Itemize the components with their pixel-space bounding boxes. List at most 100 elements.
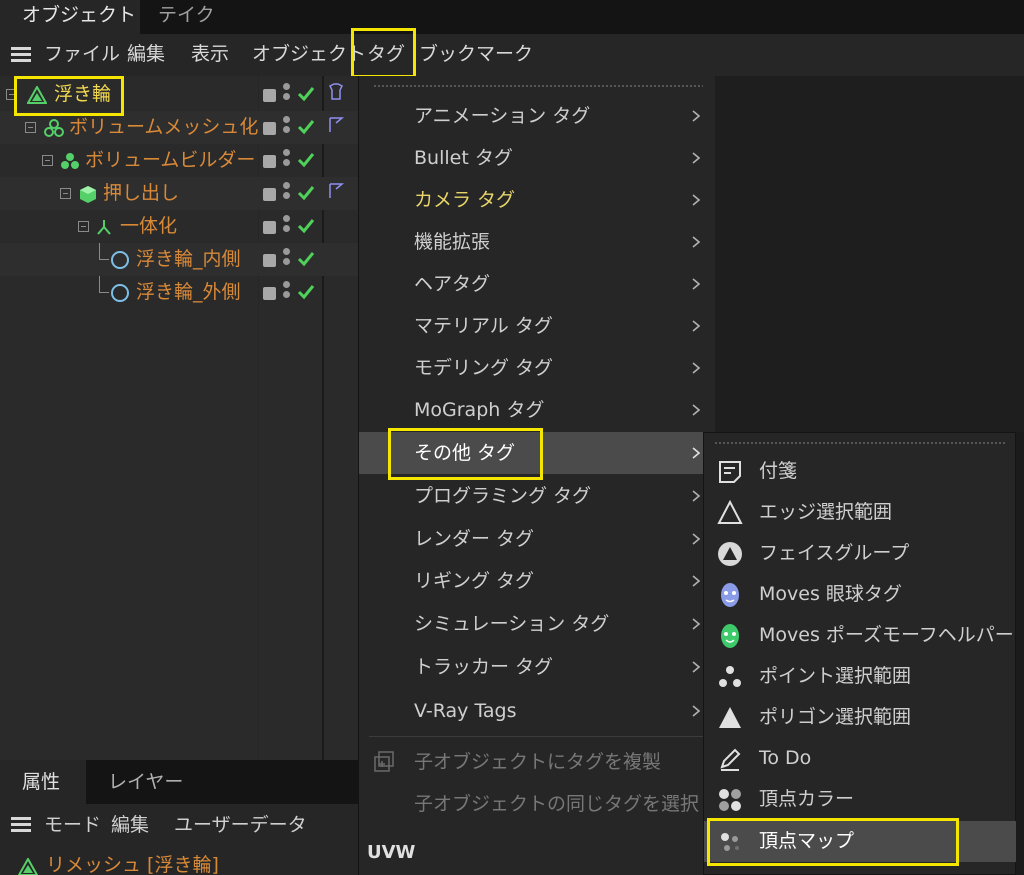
submenu-item-edge-selection[interactable]: エッジ選択範囲 (704, 492, 1017, 533)
face-group-icon (718, 542, 742, 566)
checkmark-icon[interactable] (297, 118, 315, 136)
object-tree: 浮き輪 ボリュームメッシュ化 ボリュームビルダー 押し出し 一体化 浮き輪_内側… (0, 76, 358, 760)
attributes-panel: 属性 レイヤー モード 編集 ユーザーデータ リメッシュ [浮き輪] (0, 760, 358, 875)
visibility-dots-icon[interactable] (283, 116, 291, 136)
vertex-map-highlight (707, 818, 959, 866)
menu-item-animation-tags[interactable]: アニメーション タグ (359, 95, 716, 137)
submenu-item-face-group[interactable]: フェイスグループ (704, 533, 1017, 574)
menu-item-simulation-tags[interactable]: シミュレーション タグ (359, 603, 716, 645)
checkmark-icon[interactable] (297, 283, 315, 301)
submenu-item-point-selection[interactable]: ポイント選択範囲 (704, 656, 1017, 697)
other-tags-submenu: 付箋 エッジ選択範囲 フェイスグループ Moves 眼球タグ Moves ポーズ… (703, 432, 1017, 875)
circle-spline-icon (111, 284, 129, 302)
chevron-right-icon (692, 490, 700, 502)
collapse-icon[interactable] (25, 122, 37, 134)
edit-icon[interactable] (263, 221, 276, 234)
menu-grip[interactable] (373, 84, 703, 89)
other-tags-highlight (388, 428, 543, 480)
visibility-dots-icon[interactable] (283, 215, 291, 235)
moves-pose-icon (721, 624, 739, 648)
submenu-item-todo[interactable]: To Do (704, 738, 1017, 779)
submenu-item-polygon-selection[interactable]: ポリゴン選択範囲 (704, 697, 1017, 738)
chevron-right-icon (692, 575, 700, 587)
checkmark-icon[interactable] (297, 184, 315, 202)
submenu-item-annotation[interactable]: 付箋 (704, 451, 1017, 492)
tab-takes[interactable]: テイク (158, 0, 215, 34)
tab-layers[interactable]: レイヤー (108, 760, 183, 804)
menu-item-select-identical-child-tags: 子オブジェクトの同じタグを選択 (414, 793, 700, 815)
menu-item-material-tags[interactable]: マテリアル タグ (359, 305, 716, 347)
remesh-tag-icon[interactable] (327, 83, 345, 101)
chevron-right-icon (692, 320, 700, 332)
visibility-dots-icon[interactable] (283, 83, 291, 103)
menu-edit[interactable]: 編集 (111, 804, 149, 846)
copy-tag-icon (374, 751, 394, 772)
menu-bookmark[interactable]: ブックマーク (419, 34, 533, 76)
chevron-right-icon (692, 661, 700, 673)
menu-mode[interactable]: モード (44, 804, 101, 846)
attributes-menubar: モード 編集 ユーザーデータ (0, 804, 358, 846)
edit-icon[interactable] (263, 254, 276, 267)
manager-tab-bar: オブジェクト テイク (0, 0, 1024, 34)
menu-item-programming-tags[interactable]: プログラミング タグ (359, 475, 716, 517)
checkmark-icon[interactable] (297, 85, 315, 103)
hamburger-icon[interactable] (11, 47, 31, 63)
menu-item-render-tags[interactable]: レンダー タグ (359, 518, 716, 560)
note-icon (719, 461, 741, 483)
visibility-dots-icon[interactable] (283, 281, 291, 301)
edit-icon[interactable] (263, 122, 276, 135)
submenu-item-moves-eye[interactable]: Moves 眼球タグ (704, 574, 1017, 615)
vertex-color-icon (719, 789, 741, 811)
menu-item-camera-tags[interactable]: カメラ タグ (359, 179, 716, 221)
collapse-icon[interactable] (78, 221, 90, 233)
right-panel-edge (1016, 432, 1024, 875)
edit-icon[interactable] (263, 287, 276, 300)
attributes-tab-bar: 属性 レイヤー (0, 760, 358, 804)
edit-icon[interactable] (263, 188, 276, 201)
menu-user-data[interactable]: ユーザーデータ (174, 804, 307, 846)
chevron-right-icon (692, 110, 700, 122)
menu-edit[interactable]: 編集 (127, 34, 165, 76)
checkmark-icon[interactable] (297, 151, 315, 169)
remesh-icon (18, 858, 38, 875)
tree-item-label: 浮き輪_外側 (136, 281, 241, 303)
visibility-dots-icon[interactable] (283, 149, 291, 169)
phong-tag-icon[interactable] (327, 182, 345, 200)
menu-item-bullet-tags[interactable]: Bullet タグ (359, 137, 716, 179)
tab-objects[interactable]: オブジェクト (0, 0, 140, 34)
checkmark-icon[interactable] (297, 217, 315, 235)
menu-item-tracker-tags[interactable]: トラッカー タグ (359, 646, 716, 688)
edit-icon[interactable] (263, 155, 276, 168)
chevron-right-icon (692, 404, 700, 416)
phong-tag-icon[interactable] (327, 116, 345, 134)
visibility-dots-icon[interactable] (283, 248, 291, 268)
collapse-icon[interactable] (42, 155, 54, 167)
menu-grip[interactable] (714, 441, 1006, 446)
chevron-right-icon (692, 447, 700, 459)
collapse-icon[interactable] (60, 188, 72, 200)
chevron-right-icon (692, 278, 700, 290)
chevron-right-icon (692, 152, 700, 164)
menu-file[interactable]: ファイル (44, 34, 120, 76)
visibility-dots-icon[interactable] (283, 182, 291, 202)
chevron-right-icon (692, 618, 700, 630)
menu-view[interactable]: 表示 (191, 34, 229, 76)
menu-object[interactable]: オブジェクト (252, 34, 366, 76)
menu-item-rigging-tags[interactable]: リギング タグ (359, 560, 716, 602)
submenu-item-moves-pose-morph[interactable]: Moves ポーズモーフヘルパー (704, 615, 1017, 656)
point-selection-icon (719, 666, 741, 687)
tag-menu-highlight (351, 28, 416, 78)
menu-item-vray-tags[interactable]: V-Ray Tags (359, 690, 716, 732)
chevron-right-icon (692, 194, 700, 206)
chevron-right-icon (692, 533, 700, 545)
submenu-item-vertex-color[interactable]: 頂点カラー (704, 779, 1017, 820)
menu-item-modeling-tags[interactable]: モデリング タグ (359, 347, 716, 389)
hamburger-icon[interactable] (11, 817, 31, 833)
edit-icon[interactable] (263, 89, 276, 102)
tab-attributes[interactable]: 属性 (0, 760, 86, 804)
menu-item-mograph-tags[interactable]: MoGraph タグ (359, 389, 716, 431)
menu-item-extensions[interactable]: 機能拡張 (359, 221, 716, 263)
checkmark-icon[interactable] (297, 250, 315, 268)
extrude-icon (80, 186, 96, 203)
menu-item-hair-tags[interactable]: ヘアタグ (359, 263, 716, 305)
